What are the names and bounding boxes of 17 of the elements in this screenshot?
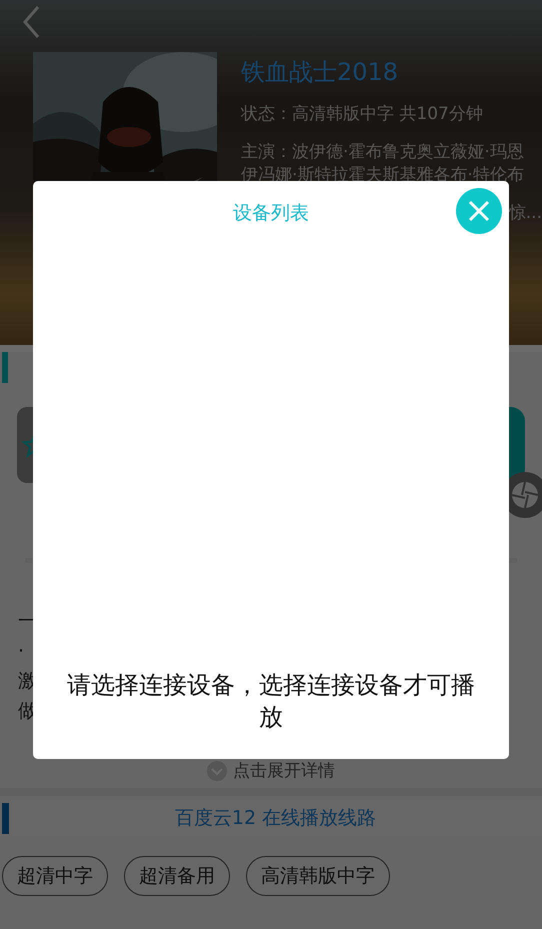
close-icon: [468, 200, 490, 222]
chevron-down-icon: [207, 760, 227, 780]
summary-text: 惊...: [508, 202, 542, 224]
description-text: ·: [18, 639, 26, 663]
dialog-message: 请选择连接设备，选择连接设备才可播放: [66, 670, 476, 733]
status-text: 状态：高清韩版中字 共107分钟: [241, 103, 484, 125]
movie-title: 铁血战士2018: [241, 57, 400, 88]
close-button[interactable]: [456, 188, 502, 234]
section-marker: [2, 802, 9, 834]
cast-text: 主演：波伊德·霍布鲁克奥立薇娅·玛恩: [241, 141, 525, 164]
dialog-title: 设备列表: [233, 201, 309, 226]
expand-link[interactable]: 点击展开详情: [233, 759, 335, 782]
section-marker: [2, 352, 8, 383]
source-chip[interactable]: 超清备用: [124, 856, 230, 896]
source-title: 百度云12 在线播放线路: [174, 806, 378, 831]
source-chip[interactable]: 超清中字: [2, 856, 108, 896]
source-chip[interactable]: 高清韩版中字: [246, 856, 390, 896]
